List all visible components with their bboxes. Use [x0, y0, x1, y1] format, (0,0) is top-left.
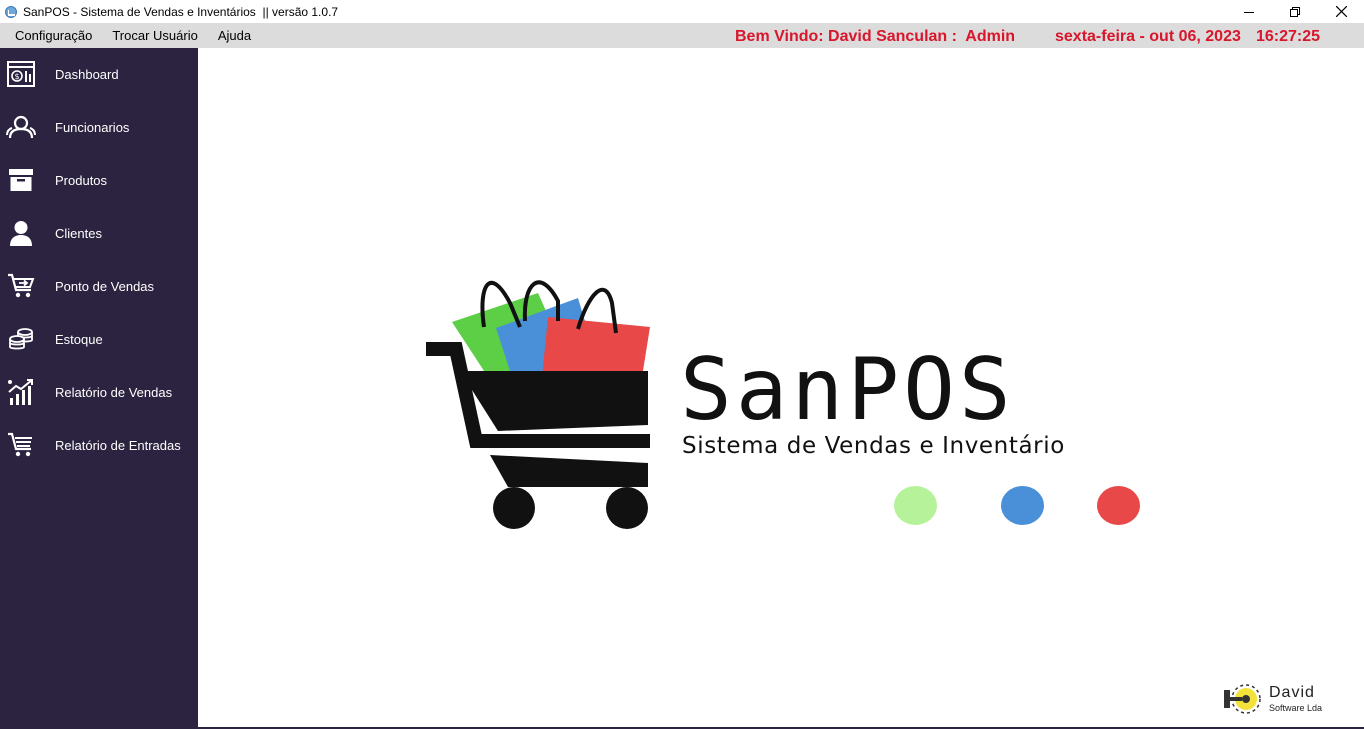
green-dot [894, 486, 937, 525]
sidebar-item-label: Clientes [55, 226, 102, 241]
restore-button[interactable] [1272, 0, 1318, 23]
sidebar: $ Dashboard Funcionarios Produtos Client… [0, 48, 198, 727]
menu-trocar-usuario[interactable]: Trocar Usuário [102, 23, 207, 48]
close-button[interactable] [1318, 0, 1364, 23]
window-title: SanPOS - Sistema de Vendas e Inventários… [23, 4, 339, 19]
sidebar-item-clientes[interactable]: Clientes [0, 207, 198, 260]
david-software-logo-icon [1224, 684, 1261, 714]
app-icon [5, 5, 17, 18]
svg-text:$: $ [14, 72, 19, 81]
sidebar-item-label: Ponto de Vendas [55, 279, 155, 294]
sidebar-item-funcionarios[interactable]: Funcionarios [0, 101, 198, 154]
box-icon [6, 165, 36, 195]
restore-icon [1290, 6, 1300, 17]
red-dot [1097, 486, 1140, 525]
sidebar-item-relatorio-de-vendas[interactable]: Relatório de Vendas [0, 366, 198, 419]
shopping-cart-logo [426, 280, 650, 529]
sidebar-item-label: Funcionarios [55, 120, 130, 135]
footer-company-name: David [1269, 684, 1315, 701]
footer-company-subtitle: Software Lda [1269, 703, 1323, 713]
cart-icon [6, 271, 36, 301]
current-time: 16:27:25 [1256, 28, 1321, 45]
minimize-button[interactable] [1226, 0, 1272, 23]
sidebar-item-label: Relatório de Vendas [55, 385, 173, 400]
users-icon [6, 112, 36, 142]
sidebar-item-label: Relatório de Entradas [55, 438, 181, 453]
menu-configuracao[interactable]: Configuração [5, 23, 102, 48]
cart-report-icon [6, 430, 36, 460]
blue-dot [1001, 486, 1044, 525]
brand-subtitle: Sistema de Vendas e Inventário [682, 433, 1065, 459]
current-date: sexta-feira - out 06, 2023 [1055, 28, 1241, 45]
sidebar-item-produtos[interactable]: Produtos [0, 154, 198, 207]
sidebar-item-label: Produtos [55, 173, 108, 188]
menu-ajuda[interactable]: Ajuda [208, 23, 261, 48]
sidebar-item-dashboard[interactable]: $ Dashboard [0, 48, 198, 101]
menu-bar: Configuração Trocar Usuário Ajuda Bem Vi… [0, 23, 1364, 48]
sidebar-item-ponto-de-vendas[interactable]: Ponto de Vendas [0, 260, 198, 313]
minimize-icon [1244, 11, 1254, 13]
sidebar-item-estoque[interactable]: Estoque [0, 313, 198, 366]
user-icon [6, 218, 36, 248]
window-controls [1226, 0, 1364, 23]
title-bar: SanPOS - Sistema de Vendas e Inventários… [0, 0, 1364, 23]
growth-chart-icon [6, 377, 36, 407]
sidebar-item-relatorio-de-entradas[interactable]: Relatório de Entradas [0, 419, 198, 472]
sidebar-item-label: Estoque [55, 332, 103, 347]
sidebar-item-label: Dashboard [55, 67, 119, 82]
brand-title: SanPOS [680, 340, 1015, 440]
welcome-message: Bem Vindo: David Sanculan : Admin [735, 28, 1016, 45]
close-icon [1335, 6, 1347, 17]
dashboard-icon: $ [6, 59, 36, 89]
coins-stack-icon [6, 324, 36, 354]
